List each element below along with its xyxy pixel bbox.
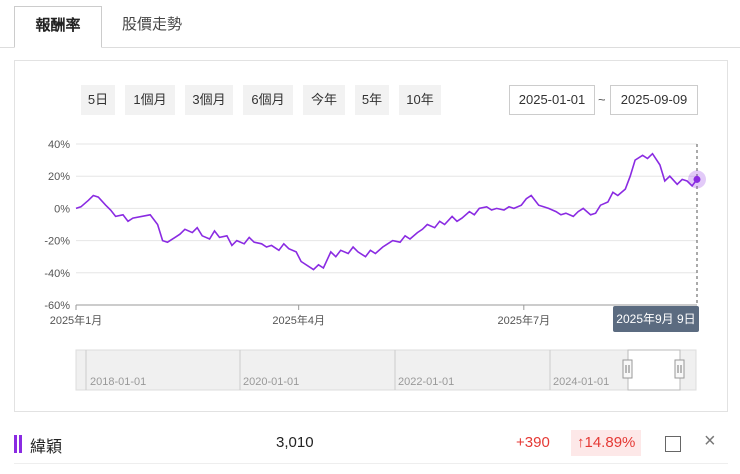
compare-checkbox[interactable]: [665, 436, 681, 452]
y-tick-label: 20%: [48, 171, 70, 183]
price-change-percent: ↑14.89%: [571, 430, 642, 456]
y-tick-label: -40%: [44, 268, 70, 280]
stock-price: 3,010: [276, 434, 314, 451]
price-change: +390: [516, 434, 550, 451]
y-tick-label: 40%: [48, 139, 70, 151]
x-tick-label: 2025年1月: [50, 313, 103, 327]
y-tick-label: -60%: [44, 300, 70, 312]
series-color-swatch: [14, 435, 22, 453]
y-axis-ticks: 40% 20% 0% -20% -40% -60%: [44, 139, 70, 312]
series-line: [75, 152, 698, 271]
return-line-chart[interactable]: 40%20%0%-20%-40%-60% 2025年1月 2025年4月 2025年…: [0, 0, 740, 412]
close-icon[interactable]: ×: [704, 430, 716, 453]
x-axis-ticks: 2025年1月 2025年4月 2025年7月: [50, 305, 550, 327]
x-tick-label: 2025年7月: [498, 313, 551, 327]
x-tick-label: 2025年4月: [272, 313, 325, 327]
y-tick-label: 0%: [54, 203, 70, 215]
date-tooltip-label: 2025年9月 9日: [616, 312, 695, 326]
stock-name: 緯穎: [30, 439, 63, 456]
hover-point: [693, 175, 701, 183]
legend-row: 緯穎 3,010 +390 ↑14.89% ×: [14, 424, 728, 464]
y-tick-label: -20%: [44, 236, 70, 248]
gridlines: [76, 143, 697, 306]
